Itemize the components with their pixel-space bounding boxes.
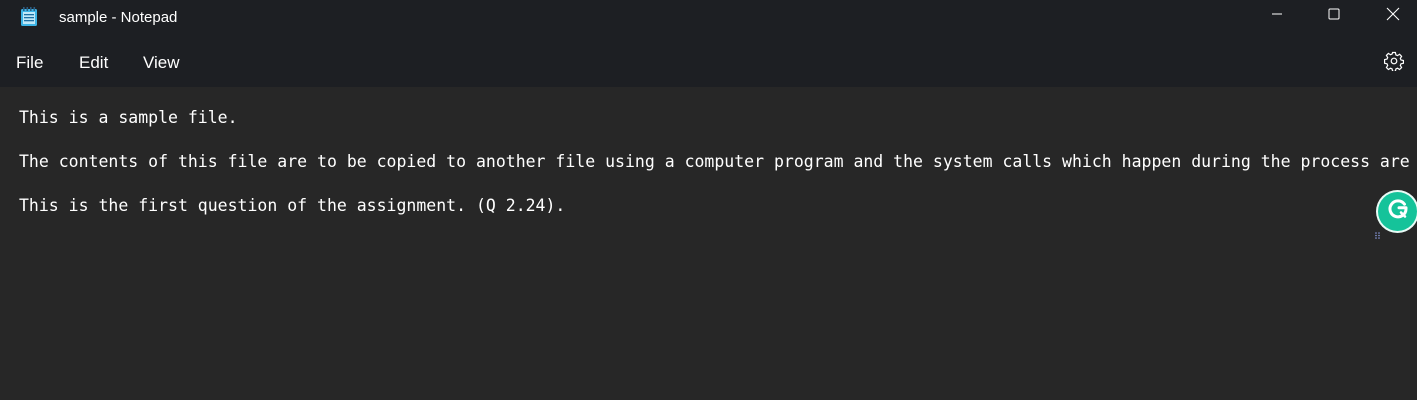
close-icon	[1386, 7, 1400, 26]
editor-line: This is a sample file.	[19, 108, 238, 127]
menu-view[interactable]: View	[143, 53, 180, 73]
notepad-window: sample - Notepad File Edit View This is …	[0, 0, 1417, 400]
maximize-button[interactable]	[1305, 0, 1363, 32]
editor-line: The contents of this file are to be copi…	[19, 152, 1410, 171]
gear-icon	[1384, 51, 1404, 76]
window-title: sample - Notepad	[59, 9, 178, 26]
menu-file[interactable]: File	[16, 53, 43, 73]
title-bar[interactable]: sample - Notepad	[0, 0, 1417, 40]
minimize-icon	[1271, 7, 1283, 25]
grammarly-button[interactable]	[1378, 192, 1417, 231]
grammarly-icon	[1385, 196, 1411, 227]
editor-line: This is the first question of the assign…	[19, 196, 566, 215]
text-editor[interactable]: This is a sample file. The contents of t…	[0, 87, 1417, 400]
settings-button[interactable]	[1382, 51, 1406, 76]
maximize-icon	[1328, 7, 1340, 25]
drag-handle-icon[interactable]	[1375, 226, 1381, 239]
minimize-button[interactable]	[1248, 0, 1306, 32]
menu-edit[interactable]: Edit	[79, 53, 108, 73]
close-button[interactable]	[1364, 0, 1417, 32]
menu-bar: File Edit View	[0, 40, 1417, 87]
notepad-icon	[20, 7, 38, 26]
